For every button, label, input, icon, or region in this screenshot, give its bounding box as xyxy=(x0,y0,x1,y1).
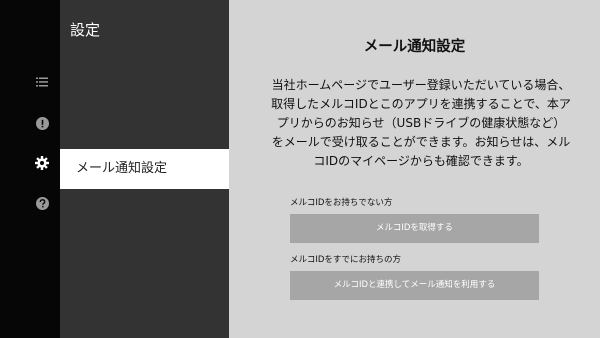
page-title: メール通知設定 xyxy=(363,39,466,55)
description-text: 当社ホームページでユーザー登録いただいている場合、取得したメルコIDとこのアプリ… xyxy=(271,78,571,168)
help-icon[interactable] xyxy=(34,195,50,211)
menu-item-mail-notification[interactable]: メール通知設定 xyxy=(60,149,229,189)
gear-icon[interactable] xyxy=(34,155,50,171)
main-content: メール通知設定 当社ホームページでユーザー登録いただいている場合、取得したメルコ… xyxy=(229,0,600,338)
icon-rail xyxy=(0,0,60,338)
panel-title: 設定 xyxy=(70,21,101,39)
settings-panel: 設定 メール通知設定 xyxy=(60,0,229,338)
get-melco-id-button[interactable]: メルコIDを取得する xyxy=(290,214,539,243)
has-id-section-label: メルコIDをすでにお持ちの方 xyxy=(290,255,401,265)
no-id-section-label: メルコIDをお持ちでない方 xyxy=(290,198,393,208)
alert-icon[interactable] xyxy=(34,115,50,131)
app-window: 設定 メール通知設定 メール通知設定 当社ホームページでユーザー登録いただいてい… xyxy=(0,0,600,338)
link-melco-id-button[interactable]: メルコIDと連携してメール通知を利用する xyxy=(290,271,539,300)
list-icon[interactable] xyxy=(34,74,50,90)
